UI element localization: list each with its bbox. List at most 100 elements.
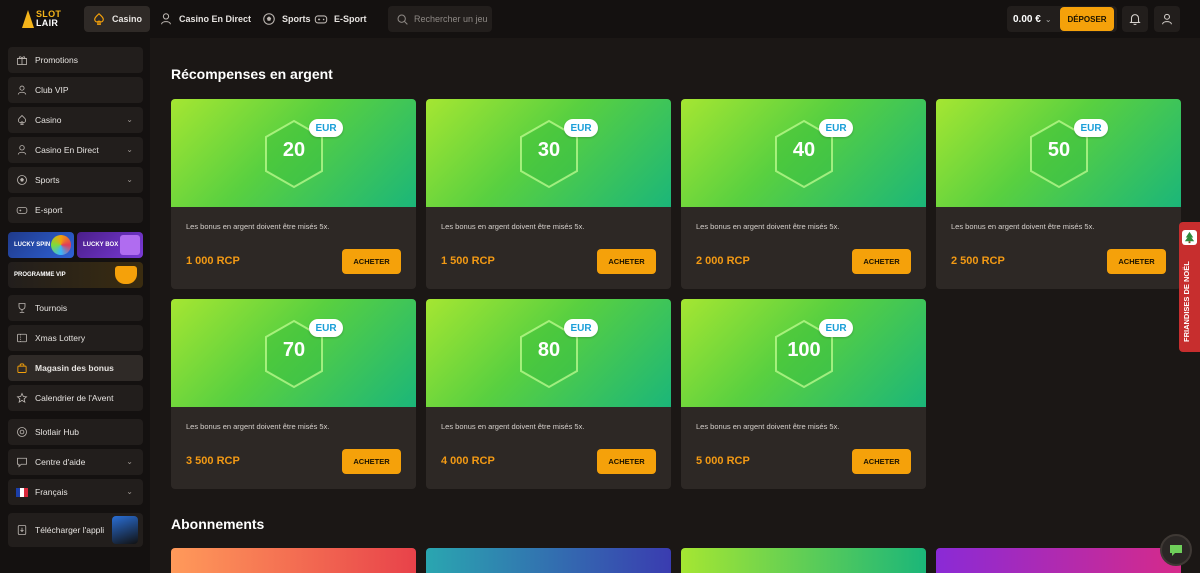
wagering-description: Les bonus en argent doivent être misés 5…	[441, 422, 585, 431]
top-header: SLOT LAIR Casino Casino En Direct Sports…	[0, 0, 1200, 38]
download-icon	[17, 525, 27, 535]
buy-button[interactable]: ACHETER	[342, 249, 401, 274]
wagering-description: Les bonus en argent doivent être misés 5…	[186, 422, 330, 431]
user-icon	[1162, 13, 1172, 25]
buy-button[interactable]: ACHETER	[597, 449, 656, 474]
notifications-button[interactable]	[1122, 6, 1148, 32]
search-icon	[397, 14, 408, 25]
reward-card-banner: 50 EUR	[936, 99, 1181, 207]
currency-badge: EUR	[564, 319, 598, 337]
reward-card: 70 EUR Les bonus en argent doivent être mi…	[171, 299, 416, 489]
gift-box-icon	[120, 235, 140, 255]
reward-card: 100 EUR Les bonus en argent doivent être m…	[681, 299, 926, 489]
reward-card: 40 EUR Les bonus en argent doivent être mi…	[681, 99, 926, 289]
balance-amount: 0.00 €	[1013, 13, 1041, 25]
chevron-down-icon: ⌄	[1044, 14, 1052, 24]
reward-price: 5 000 RCP	[696, 455, 750, 467]
currency-badge: EUR	[819, 119, 853, 137]
reward-card-banner: 30 EUR	[426, 99, 671, 207]
reward-card: 50 EUR Les bonus en argent doivent être mi…	[936, 99, 1181, 289]
dealer-icon	[17, 145, 27, 155]
reward-card: 20 EUR Les bonus en argent doivent être mi…	[171, 99, 416, 289]
dealer-icon	[161, 13, 171, 25]
currency-badge: EUR	[309, 319, 343, 337]
currency-badge: EUR	[564, 119, 598, 137]
nav-casino[interactable]: Casino	[84, 6, 151, 32]
reward-card: 30 EUR Les bonus en argent doivent être mi…	[426, 99, 671, 289]
reward-price: 1 500 RCP	[441, 255, 495, 267]
ticket-icon	[17, 333, 27, 343]
chevron-down-icon: ⌄	[126, 115, 133, 124]
lucky-box-tile[interactable]: LUCKY BOX	[77, 232, 143, 258]
bell-icon	[1129, 14, 1141, 25]
search-input[interactable]: Rechercher un jeu	[388, 6, 492, 32]
lucky-spin-tile[interactable]: LUCKY SPIN	[8, 232, 74, 258]
sidebar-item-help-center[interactable]: Centre d'aide ⌄	[8, 449, 143, 475]
reward-price: 2 000 RCP	[696, 255, 750, 267]
spade-icon	[94, 12, 104, 25]
trophy-icon	[18, 303, 26, 313]
buy-button[interactable]: ACHETER	[1107, 249, 1166, 274]
bag-icon	[17, 363, 27, 373]
sidebar-item-esport[interactable]: E-sport	[8, 197, 143, 223]
sidebar-item-casino[interactable]: Casino ⌄	[8, 107, 143, 133]
buy-button[interactable]: ACHETER	[852, 449, 911, 474]
reward-amount: 70	[282, 339, 306, 361]
subscription-card[interactable]	[171, 548, 416, 573]
france-flag-icon	[16, 487, 28, 497]
currency-badge: EUR	[819, 319, 853, 337]
sidebar-item-slotlair-hub[interactable]: Slotlair Hub	[8, 419, 143, 445]
reward-amount: 30	[537, 139, 561, 161]
reward-price: 1 000 RCP	[186, 255, 240, 267]
gamepad-icon	[16, 206, 28, 214]
slotlair-logo[interactable]: SLOT LAIR	[22, 8, 68, 30]
buy-button[interactable]: ACHETER	[597, 249, 656, 274]
chevron-down-icon: ⌄	[126, 487, 133, 496]
wagering-description: Les bonus en argent doivent être misés 5…	[186, 222, 330, 231]
buy-button[interactable]: ACHETER	[342, 449, 401, 474]
sidebar-item-xmas-lottery[interactable]: Xmas Lottery	[8, 325, 143, 351]
phone-app-icon	[112, 516, 138, 544]
chevron-down-icon: ⌄	[126, 457, 133, 466]
xmas-treats-tab[interactable]: FRIANDISES DE NOËL	[1179, 222, 1200, 352]
reward-card-banner: 70 EUR	[171, 299, 416, 407]
hub-icon	[17, 427, 27, 437]
wagering-description: Les bonus en argent doivent être misés 5…	[951, 222, 1095, 231]
sidebar-item-download-app[interactable]: Télécharger l'appli	[8, 513, 143, 547]
subscription-card[interactable]	[426, 548, 671, 573]
sidebar-item-bonus-shop[interactable]: Magasin des bonus	[8, 355, 143, 381]
live-chat-button[interactable]	[1160, 534, 1192, 566]
sidebar-item-live-casino[interactable]: Casino En Direct ⌄	[8, 137, 143, 163]
football-icon	[263, 13, 275, 25]
profile-button[interactable]	[1154, 6, 1180, 32]
reward-card-banner: 80 EUR	[426, 299, 671, 407]
user-icon	[17, 85, 27, 95]
reward-price: 3 500 RCP	[186, 455, 240, 467]
wagering-description: Les bonus en argent doivent être misés 5…	[696, 222, 840, 231]
sidebar-item-promotions[interactable]: Promotions	[8, 47, 143, 73]
reward-amount: 100	[787, 339, 821, 361]
wagering-description: Les bonus en argent doivent être misés 5…	[696, 422, 840, 431]
subscription-card[interactable]	[681, 548, 926, 573]
spade-icon	[17, 114, 27, 125]
sidebar: Promotions Club VIP Casino ⌄ Casino En D…	[0, 38, 150, 573]
sidebar-item-advent-calendar[interactable]: Calendrier de l'Avent	[8, 385, 143, 411]
buy-button[interactable]: ACHETER	[852, 249, 911, 274]
chat-icon	[17, 457, 27, 468]
sidebar-item-sports[interactable]: Sports ⌄	[8, 167, 143, 193]
subscription-card[interactable]	[936, 548, 1181, 573]
section-title-cash-rewards: Récompenses en argent	[171, 66, 333, 82]
reward-card: 80 EUR Les bonus en argent doivent être mi…	[426, 299, 671, 489]
nav-live-casino[interactable]: Casino En Direct	[151, 6, 259, 32]
sidebar-item-tournaments[interactable]: Tournois	[8, 295, 143, 321]
sidebar-item-language[interactable]: Français ⌄	[8, 479, 143, 505]
logo-mark-icon	[22, 10, 34, 28]
reward-price: 2 500 RCP	[951, 255, 1005, 267]
vip-program-tile[interactable]: PROGRAMME VIP	[8, 262, 143, 288]
gamepad-icon	[314, 15, 328, 24]
sidebar-item-club-vip[interactable]: Club VIP	[8, 77, 143, 103]
wheel-icon	[51, 235, 71, 255]
nav-esport[interactable]: E-Sport	[306, 6, 375, 32]
deposit-button[interactable]: DÉPOSER	[1060, 7, 1114, 31]
reward-card-banner: 100 EUR	[681, 299, 926, 407]
